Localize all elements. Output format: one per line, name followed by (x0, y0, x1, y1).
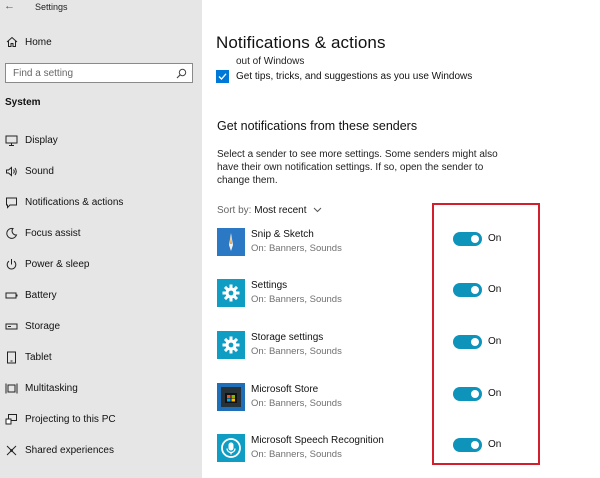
sidebar-item-focus-assist[interactable]: Focus assist (0, 222, 202, 246)
sender-name: Microsoft Store (251, 384, 319, 395)
back-arrow-icon[interactable]: ← (4, 0, 15, 12)
sidebar-item-shared-experiences[interactable]: Shared experiences (0, 439, 202, 463)
shared-experiences-icon (6, 445, 17, 456)
title-bar: ← Settings (0, 0, 202, 16)
page-title: Notifications & actions (216, 33, 386, 52)
sidebar-item-label: Notifications & actions (25, 197, 124, 208)
sidebar-item-label: Power & sleep (25, 259, 90, 270)
senders-description: Select a sender to see more settings. So… (217, 149, 498, 186)
search-icon[interactable] (176, 68, 187, 79)
sender-subtitle: On: Banners, Sounds (251, 243, 342, 254)
sender-name: Microsoft Speech Recognition (251, 435, 384, 446)
storage-settings-gear-icon (217, 331, 245, 359)
main-content: Notifications & actions out of Windows G… (202, 0, 600, 478)
power-icon (6, 259, 17, 270)
toggle-highlight-box (432, 203, 540, 465)
sidebar-item-battery[interactable]: Battery (0, 284, 202, 308)
sidebar-item-label: Shared experiences (25, 445, 114, 456)
notifications-icon (6, 197, 17, 209)
sort-value: Most recent (254, 205, 307, 216)
sender-subtitle: On: Banners, Sounds (251, 398, 342, 409)
home-icon (6, 36, 18, 47)
section-label-system: System (5, 97, 41, 108)
sender-subtitle: On: Banners, Sounds (251, 346, 342, 357)
home-nav-item[interactable]: Home (0, 32, 202, 54)
chevron-down-icon (313, 208, 322, 213)
sender-name: Snip & Sketch (251, 229, 314, 240)
projecting-icon (5, 414, 17, 425)
sidebar-item-sound[interactable]: Sound (0, 160, 202, 184)
sidebar-item-display[interactable]: Display (0, 129, 202, 153)
sidebar-item-tablet[interactable]: Tablet (0, 346, 202, 370)
snip-sketch-icon (217, 228, 245, 256)
sidebar-item-projecting[interactable]: Projecting to this PC (0, 408, 202, 432)
sidebar-item-label: Sound (25, 166, 54, 177)
multitasking-icon (5, 383, 18, 394)
sidebar-item-storage[interactable]: Storage (0, 315, 202, 339)
tips-checkbox[interactable] (216, 70, 229, 83)
sidebar-item-notifications[interactable]: Notifications & actions (0, 191, 202, 215)
sort-label: Sort by: (217, 205, 252, 216)
sidebar-item-label: Tablet (25, 352, 52, 363)
sidebar-item-label: Projecting to this PC (25, 414, 116, 425)
search-placeholder: Find a setting (13, 68, 74, 79)
sidebar: ← Settings Home Find a setting System Di… (0, 0, 202, 478)
search-input[interactable]: Find a setting (5, 63, 193, 83)
storage-icon (5, 323, 18, 330)
sender-name: Storage settings (251, 332, 324, 343)
sidebar-item-label: Focus assist (25, 228, 81, 239)
battery-icon (5, 292, 18, 299)
sidebar-item-label: Display (25, 135, 58, 146)
sidebar-item-label: Multitasking (25, 383, 78, 394)
sidebar-item-label: Storage (25, 321, 61, 332)
sort-dropdown[interactable]: Sort by: Most recent (217, 205, 322, 216)
sidebar-item-label: Battery (25, 290, 57, 301)
display-icon (5, 135, 18, 146)
speech-recognition-icon (217, 434, 245, 462)
app-title: Settings (35, 2, 68, 12)
moon-icon (6, 227, 18, 239)
sender-subtitle: On: Banners, Sounds (251, 449, 342, 460)
cut-off-text: out of Windows (236, 56, 305, 67)
tips-label: Get tips, tricks, and suggestions as you… (236, 71, 473, 82)
sender-name: Settings (251, 280, 288, 291)
settings-gear-icon (217, 279, 245, 307)
sender-subtitle: On: Banners, Sounds (251, 294, 342, 305)
sidebar-item-multitasking[interactable]: Multitasking (0, 377, 202, 401)
tablet-icon (7, 351, 16, 364)
sidebar-item-power-sleep[interactable]: Power & sleep (0, 253, 202, 277)
senders-heading: Get notifications from these senders (217, 119, 418, 133)
home-label: Home (25, 37, 52, 48)
checkmark-icon (218, 73, 227, 80)
sound-icon (6, 166, 17, 177)
microsoft-store-icon (217, 383, 245, 411)
